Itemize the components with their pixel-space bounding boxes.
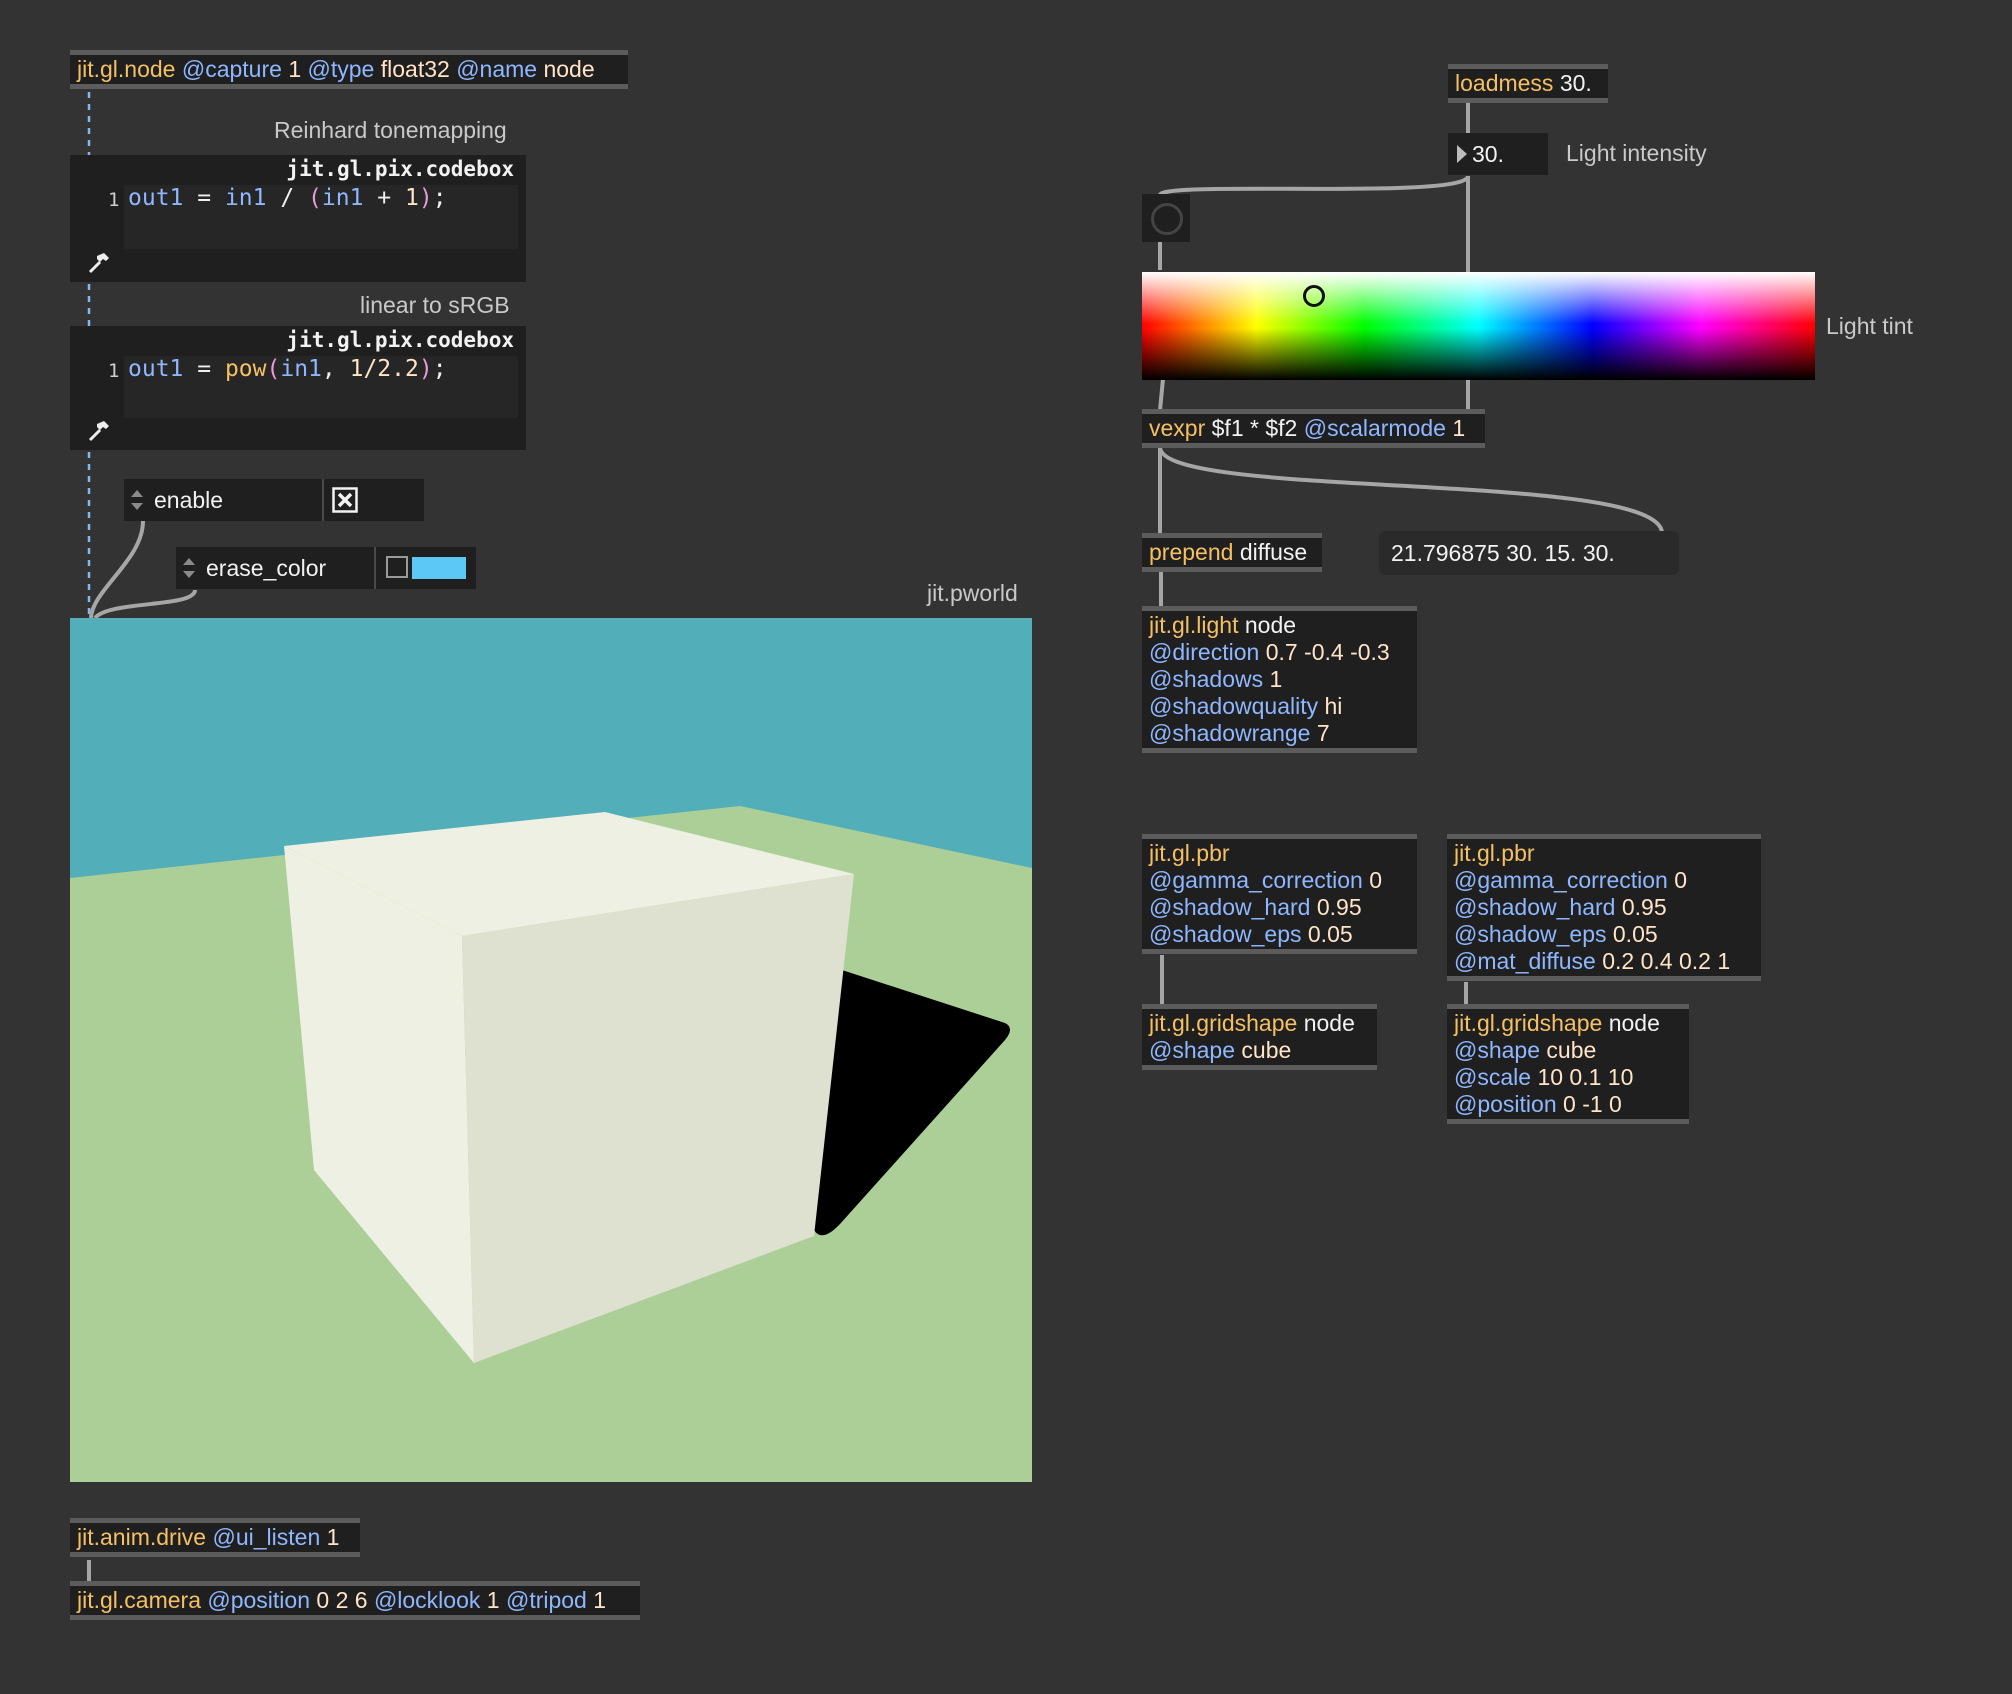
pworld-label: jit.pworld	[927, 580, 1018, 606]
intensity-value: 30.	[1472, 141, 1504, 167]
jit-anim-drive-object[interactable]: jit.anim.drive @ui_listen 1	[70, 1518, 360, 1557]
light-intensity-label: Light intensity	[1566, 140, 1707, 166]
vexpr-object[interactable]: vexpr $f1 * $f2 @scalarmode 1	[1142, 409, 1485, 448]
jit-gl-gridshape-floor-object[interactable]: jit.gl.gridshape node @shape cube @scale…	[1447, 1004, 1689, 1124]
jit-gl-light-object[interactable]: jit.gl.light node @direction 0.7 -0.4 -0…	[1142, 606, 1417, 753]
number-triangle-icon	[1457, 145, 1467, 163]
line-number: 1	[108, 360, 120, 382]
jit-gl-camera-object[interactable]: jit.gl.camera @position 0 2 6 @locklook …	[70, 1581, 640, 1620]
stepper-arrows-icon[interactable]	[130, 487, 144, 513]
jit-gl-pbr-object[interactable]: jit.gl.pbr @gamma_correction 0 @shadow_h…	[1142, 834, 1417, 954]
picker-cursor[interactable]	[1303, 285, 1325, 307]
hammer-icon[interactable]	[86, 418, 112, 444]
stepper-arrows-icon[interactable]	[182, 555, 196, 581]
srgb-codebox[interactable]: jit.gl.pix.codebox 1 out1 = pow(in1, 1/2…	[70, 326, 526, 450]
pworld-view[interactable]	[70, 618, 1032, 1482]
color-toggle-square[interactable]	[386, 556, 408, 578]
line-number: 1	[108, 189, 120, 211]
codebox-title: jit.gl.pix.codebox	[286, 328, 514, 352]
light-intensity-number[interactable]: 30.	[1448, 133, 1548, 175]
enable-attrui[interactable]: enable	[124, 479, 424, 521]
srgb-comment: linear to sRGB	[360, 292, 510, 318]
erase-color-swatch[interactable]	[412, 557, 466, 579]
diffuse-message-box[interactable]: 21.796875 30. 15. 30.	[1379, 531, 1679, 575]
loadmess-object[interactable]: loadmess 30.	[1448, 64, 1608, 103]
tonemap-comment: Reinhard tonemapping	[274, 117, 507, 143]
jit-gl-node-object[interactable]: jit.gl.node @capture 1 @type float32 @na…	[70, 50, 628, 89]
erase-color-label: erase_color	[206, 555, 327, 581]
codebox-title: jit.gl.pix.codebox	[286, 157, 514, 181]
bang-button[interactable]	[1142, 194, 1190, 242]
enable-checkbox[interactable]	[332, 487, 358, 513]
hammer-icon[interactable]	[86, 250, 112, 276]
code-line: out1 = in1 / (in1 + 1);	[128, 185, 447, 211]
enable-label: enable	[154, 487, 224, 513]
tonemap-codebox[interactable]: jit.gl.pix.codebox 1 out1 = in1 / (in1 +…	[70, 155, 526, 282]
light-tint-swatch-picker[interactable]	[1142, 272, 1815, 380]
light-tint-label: Light tint	[1826, 313, 1913, 339]
jit-gl-pbr-floor-object[interactable]: jit.gl.pbr @gamma_correction 0 @shadow_h…	[1447, 834, 1761, 981]
erase-color-attrui[interactable]: erase_color	[176, 547, 476, 589]
code-line: out1 = pow(in1, 1/2.2);	[128, 356, 447, 382]
jit-gl-gridshape-object[interactable]: jit.gl.gridshape node @shape cube	[1142, 1004, 1377, 1070]
prepend-object[interactable]: prepend diffuse	[1142, 533, 1322, 572]
